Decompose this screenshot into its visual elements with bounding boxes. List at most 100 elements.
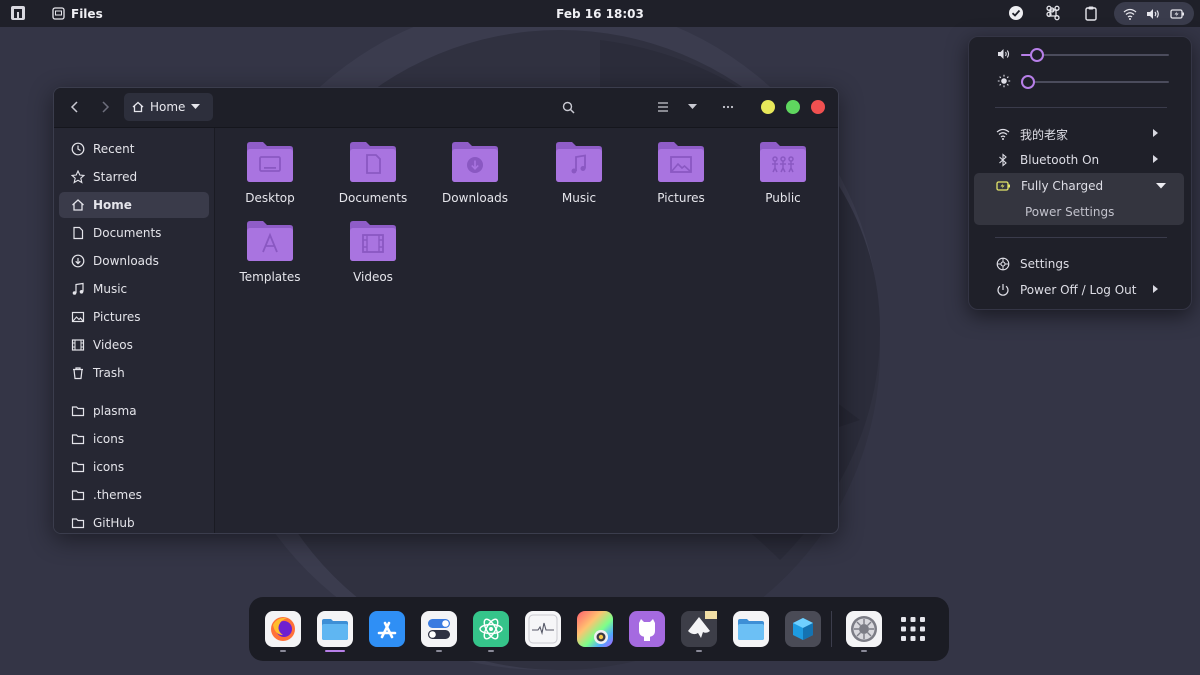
- dock-inkscape[interactable]: [681, 611, 717, 647]
- dock-app-store[interactable]: [369, 611, 405, 647]
- sidebar-bookmark-icons-2[interactable]: icons: [59, 454, 209, 480]
- volume-slider[interactable]: [997, 47, 1169, 63]
- chevron-left-icon: [70, 101, 78, 113]
- settings-icon: [996, 257, 1010, 271]
- bluetooth-icon: [999, 153, 1007, 167]
- star-icon: [71, 170, 85, 184]
- dock-settings[interactable]: [846, 611, 882, 647]
- color-picker-icon: [594, 630, 608, 644]
- dock-tweaks[interactable]: [421, 611, 457, 647]
- checkmark-icon[interactable]: [1008, 5, 1024, 21]
- sidebar-item-label: Downloads: [93, 254, 159, 268]
- sidebar-item-trash[interactable]: Trash: [59, 360, 209, 386]
- folder-label: Videos: [353, 270, 393, 284]
- dock-github-desktop[interactable]: [629, 611, 665, 647]
- dock-color-picker[interactable]: [577, 611, 613, 647]
- system-status-menu[interactable]: [1114, 2, 1194, 25]
- path-label: Home: [150, 100, 186, 114]
- volume-slider-handle[interactable]: [1029, 48, 1044, 62]
- dock-folder[interactable]: [733, 611, 769, 647]
- dock-atom[interactable]: [473, 611, 509, 647]
- folder-public[interactable]: Public: [743, 141, 823, 211]
- system-monitor-icon: [528, 614, 558, 644]
- chevron-right-icon: [1153, 129, 1158, 137]
- battery-status: Fully Charged: [1021, 179, 1104, 193]
- command-icon[interactable]: [1045, 5, 1061, 21]
- dock-firefox[interactable]: [265, 611, 301, 647]
- sidebar-item-label: icons: [93, 432, 125, 446]
- back-button[interactable]: [64, 96, 86, 118]
- clock[interactable]: Feb 16 18:03: [556, 7, 644, 21]
- menu-button[interactable]: [717, 96, 739, 118]
- sidebar-item-pictures[interactable]: Pictures: [59, 304, 209, 330]
- sidebar-bookmark-themes[interactable]: .themes: [59, 482, 209, 508]
- chevron-right-icon: [102, 101, 110, 113]
- top-bar: Files Feb 16 18:03: [0, 0, 1200, 27]
- path-bar-home[interactable]: Home: [124, 93, 213, 121]
- close-button[interactable]: [811, 100, 825, 114]
- folder-templates[interactable]: Templates: [230, 220, 310, 290]
- app-menu[interactable]: Files: [52, 0, 103, 27]
- sidebar-bookmark-plasma[interactable]: plasma: [59, 398, 209, 424]
- sidebar-item-label: Pictures: [93, 310, 141, 324]
- settings-menu-item[interactable]: Settings: [974, 251, 1184, 277]
- maximize-button[interactable]: [786, 100, 800, 114]
- clipboard-icon[interactable]: [1083, 5, 1099, 21]
- sidebar-bookmark-icons[interactable]: icons: [59, 426, 209, 452]
- bluetooth-menu-item[interactable]: Bluetooth On: [974, 147, 1184, 173]
- folder-pictures[interactable]: Pictures: [641, 141, 721, 211]
- wifi-menu-item[interactable]: 我的老家: [974, 121, 1184, 147]
- sidebar-bookmark-github[interactable]: GitHub: [59, 510, 209, 533]
- folder-label: Documents: [338, 191, 408, 205]
- folder-desktop[interactable]: Desktop: [230, 141, 310, 211]
- brightness-slider[interactable]: [997, 74, 1169, 90]
- running-indicator: [488, 650, 494, 652]
- atom-icon: [479, 618, 503, 640]
- sidebar-item-documents[interactable]: Documents: [59, 220, 209, 246]
- dock-system-monitor[interactable]: [525, 611, 561, 647]
- sidebar-item-videos[interactable]: Videos: [59, 332, 209, 358]
- power-settings-label: Power Settings: [1025, 205, 1115, 219]
- folder-downloads[interactable]: Downloads: [435, 141, 515, 211]
- forward-button[interactable]: [94, 96, 116, 118]
- trash-icon: [73, 367, 83, 380]
- sidebar-item-starred[interactable]: Starred: [59, 164, 209, 190]
- folder-icon: [71, 434, 85, 445]
- sidebar-item-music[interactable]: Music: [59, 276, 209, 302]
- chevron-right-icon: [1153, 285, 1158, 293]
- header-bar: Home: [54, 88, 838, 128]
- firefox-icon: [271, 617, 295, 641]
- power-off-menu-item[interactable]: Power Off / Log Out: [974, 277, 1184, 303]
- activities-icon[interactable]: [10, 5, 26, 21]
- power-icon: [997, 284, 1009, 296]
- folder-view: Desktop Documents Downloads Music Pictur…: [215, 128, 838, 533]
- sidebar-item-label: .themes: [93, 488, 142, 502]
- sidebar-item-recent[interactable]: Recent: [59, 136, 209, 162]
- sidebar-item-home[interactable]: Home: [59, 192, 209, 218]
- dock-files[interactable]: [317, 611, 353, 647]
- quick-settings-menu: 我的老家 Bluetooth On Fully Charged Power Se…: [968, 36, 1192, 310]
- folder-label: Desktop: [245, 191, 295, 205]
- minimize-button[interactable]: [761, 100, 775, 114]
- sidebar-item-label: Recent: [93, 142, 135, 156]
- view-list-button[interactable]: [652, 96, 674, 118]
- show-apps-button[interactable]: [899, 615, 927, 643]
- folder-videos[interactable]: Videos: [333, 220, 413, 290]
- sidebar-item-downloads[interactable]: Downloads: [59, 248, 209, 274]
- folder-documents[interactable]: Documents: [333, 141, 413, 211]
- folder-music[interactable]: Music: [539, 141, 619, 211]
- folder-documents-icon: [350, 142, 396, 182]
- view-options-button[interactable]: [682, 96, 702, 118]
- dock-virtualbox[interactable]: [785, 611, 821, 647]
- more-icon: [722, 105, 734, 109]
- power-settings-item[interactable]: Power Settings: [974, 199, 1184, 225]
- cube-icon: [793, 618, 813, 640]
- sidebar: Recent Starred Home Documents Downloads …: [54, 128, 215, 533]
- battery-menu-item[interactable]: Fully Charged: [974, 173, 1184, 199]
- picture-icon: [71, 311, 85, 323]
- volume-icon: [1147, 8, 1160, 19]
- search-button[interactable]: [557, 96, 579, 118]
- app-grid-icon: [901, 617, 925, 641]
- settings-gear-icon: [851, 616, 877, 642]
- brightness-slider-handle[interactable]: [1020, 75, 1035, 89]
